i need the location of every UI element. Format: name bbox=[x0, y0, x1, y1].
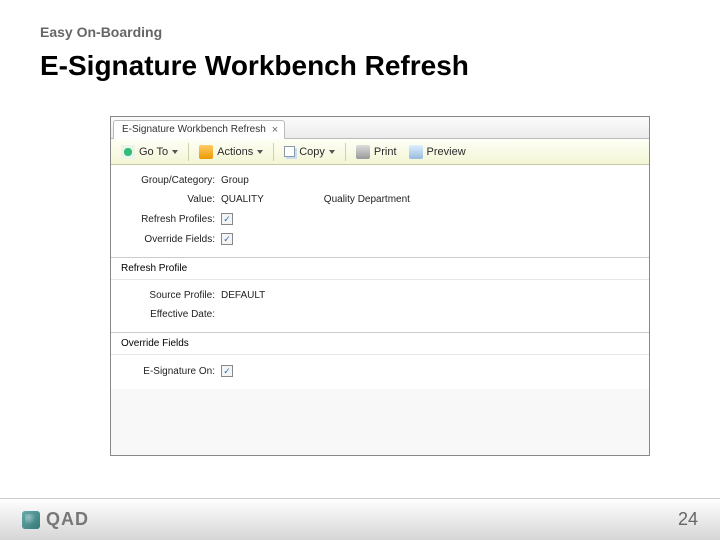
chevron-down-icon bbox=[257, 150, 263, 154]
tab-strip: E-Signature Workbench Refresh × bbox=[111, 117, 649, 139]
copy-button[interactable]: Copy bbox=[280, 144, 339, 160]
tab-label: E-Signature Workbench Refresh bbox=[122, 124, 266, 135]
effective-date-label: Effective Date: bbox=[121, 309, 221, 320]
chevron-down-icon bbox=[172, 150, 178, 154]
value-value: QUALITY bbox=[221, 194, 264, 205]
print-icon bbox=[356, 145, 370, 159]
copy-label: Copy bbox=[299, 146, 325, 158]
separator bbox=[273, 143, 274, 161]
tab-esig-refresh[interactable]: E-Signature Workbench Refresh × bbox=[113, 120, 285, 139]
page-number: 24 bbox=[678, 509, 698, 530]
breadcrumb: Easy On-Boarding bbox=[40, 24, 680, 40]
section-refresh-profile: Refresh Profile bbox=[111, 257, 649, 280]
goto-label: Go To bbox=[139, 146, 168, 158]
preview-button[interactable]: Preview bbox=[405, 143, 470, 161]
override-fields-label: Override Fields: bbox=[121, 234, 221, 245]
actions-label: Actions bbox=[217, 146, 253, 158]
copy-icon bbox=[284, 146, 295, 157]
preview-label: Preview bbox=[427, 146, 466, 158]
preview-icon bbox=[409, 145, 423, 159]
esignature-on-label: E-Signature On: bbox=[121, 366, 221, 377]
form-refresh-profile: Source Profile: DEFAULT Effective Date: bbox=[111, 280, 649, 332]
section-override-fields: Override Fields bbox=[111, 332, 649, 355]
goto-button[interactable]: Go To bbox=[117, 143, 182, 161]
toolbar: Go To Actions Copy Print Preview bbox=[111, 139, 649, 165]
separator bbox=[345, 143, 346, 161]
group-category-label: Group/Category: bbox=[121, 175, 221, 186]
print-button[interactable]: Print bbox=[352, 143, 401, 161]
source-profile-value: DEFAULT bbox=[221, 290, 265, 301]
group-category-value: Group bbox=[221, 175, 249, 186]
logo-icon bbox=[22, 511, 40, 529]
form-main: Group/Category: Group Value: QUALITY Qua… bbox=[111, 165, 649, 257]
separator bbox=[188, 143, 189, 161]
actions-button[interactable]: Actions bbox=[195, 143, 267, 161]
form-override-fields: E-Signature On: bbox=[111, 355, 649, 389]
page-title: E-Signature Workbench Refresh bbox=[40, 50, 680, 82]
print-label: Print bbox=[374, 146, 397, 158]
esignature-on-checkbox[interactable] bbox=[221, 365, 233, 377]
slide-footer: QAD 24 bbox=[0, 498, 720, 540]
chevron-down-icon bbox=[329, 150, 335, 154]
close-icon[interactable]: × bbox=[272, 124, 278, 136]
value-description: Quality Department bbox=[324, 194, 410, 205]
refresh-profiles-label: Refresh Profiles: bbox=[121, 214, 221, 225]
app-window: E-Signature Workbench Refresh × Go To Ac… bbox=[110, 116, 650, 456]
source-profile-label: Source Profile: bbox=[121, 290, 221, 301]
actions-icon bbox=[199, 145, 213, 159]
value-label: Value: bbox=[121, 194, 221, 205]
override-fields-checkbox[interactable] bbox=[221, 233, 233, 245]
logo-text: QAD bbox=[46, 509, 89, 530]
goto-icon bbox=[121, 145, 135, 159]
brand-logo: QAD bbox=[22, 509, 89, 530]
refresh-profiles-checkbox[interactable] bbox=[221, 213, 233, 225]
